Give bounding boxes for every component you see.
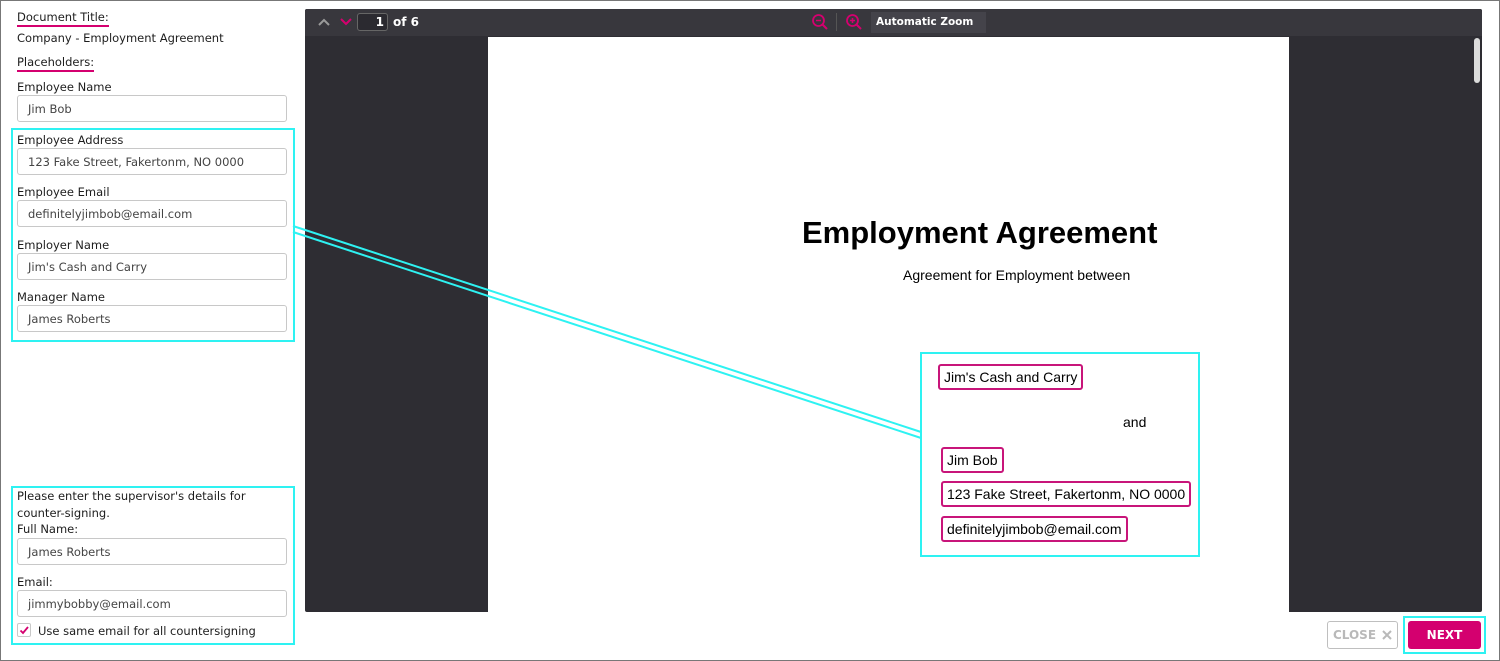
next-button[interactable]: NEXT — [1408, 621, 1481, 649]
close-button-label: CLOSE — [1332, 628, 1377, 642]
close-button[interactable]: CLOSE — [1327, 621, 1398, 649]
close-icon — [1382, 630, 1392, 640]
highlight-connector — [292, 225, 922, 439]
